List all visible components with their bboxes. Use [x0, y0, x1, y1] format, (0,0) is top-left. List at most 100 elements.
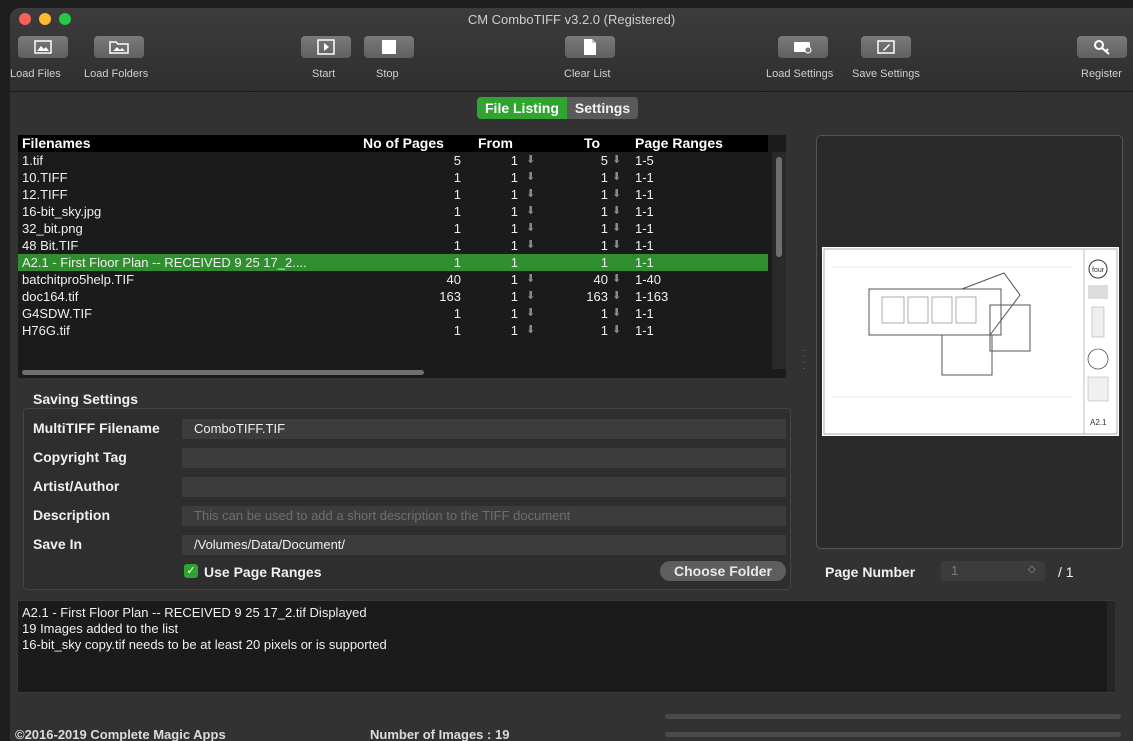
- table-header: Filenames No of Pages From To Page Range…: [18, 135, 768, 152]
- copyright-tag-field[interactable]: [182, 448, 786, 468]
- artist-author-field[interactable]: [182, 477, 786, 497]
- cell-from: 1: [510, 238, 518, 253]
- cell-pages: 1: [453, 306, 461, 321]
- table-row[interactable]: 1.tif 5 1 5 1-5 ⬇ ⬇: [18, 152, 768, 169]
- cell-pages: 40: [446, 272, 461, 287]
- start-button[interactable]: [301, 36, 351, 58]
- image-preview: four A2.1: [816, 135, 1123, 549]
- log-panel[interactable]: A2.1 - First Floor Plan -- RECEIVED 9 25…: [17, 600, 1115, 693]
- table-row[interactable]: A2.1 - First Floor Plan -- RECEIVED 9 25…: [18, 254, 768, 271]
- arrow-down-icon[interactable]: ⬇: [612, 271, 621, 288]
- arrow-down-icon[interactable]: ⬇: [526, 305, 535, 322]
- cell-to: 1: [600, 238, 608, 253]
- log-line: 16-bit_sky copy.tif needs to be at least…: [22, 637, 387, 652]
- page-number-label: Page Number: [825, 564, 916, 580]
- tab-file-listing[interactable]: File Listing: [477, 97, 567, 119]
- app-window: CM ComboTIFF v3.2.0 (Registered) Load Fi…: [10, 8, 1133, 741]
- col-filenames[interactable]: Filenames: [22, 135, 90, 151]
- cell-range: 1-1: [635, 170, 654, 185]
- cell-to: 40: [593, 272, 608, 287]
- tab-settings[interactable]: Settings: [566, 97, 639, 119]
- clear-list-button[interactable]: [565, 36, 615, 58]
- saving-settings-title: Saving Settings: [33, 391, 139, 407]
- col-page-ranges[interactable]: Page Ranges: [635, 135, 723, 151]
- table-row[interactable]: 48 Bit.TIF 1 1 1 1-1 ⬇ ⬇: [18, 237, 768, 254]
- horizontal-scroll-thumb[interactable]: [22, 370, 424, 375]
- col-from[interactable]: From: [478, 135, 513, 151]
- table-row[interactable]: 32_bit.png 1 1 1 1-1 ⬇ ⬇: [18, 220, 768, 237]
- cell-name: 10.TIFF: [22, 170, 68, 185]
- arrow-down-icon[interactable]: ⬇: [612, 186, 621, 203]
- titlebar: CM ComboTIFF v3.2.0 (Registered) Load Fi…: [10, 8, 1133, 92]
- multitiff-filename-field[interactable]: ComboTIFF.TIF: [182, 419, 786, 439]
- cell-to: 1: [600, 221, 608, 236]
- arrow-down-icon[interactable]: ⬇: [526, 237, 535, 254]
- load-folders-label: Load Folders: [84, 68, 149, 80]
- copyright-tag-label: Copyright Tag: [33, 449, 127, 465]
- load-files-button[interactable]: [18, 36, 68, 58]
- cell-to: 1: [600, 204, 608, 219]
- col-to[interactable]: To: [584, 135, 600, 151]
- arrow-down-icon[interactable]: ⬇: [612, 322, 621, 339]
- table-row[interactable]: 12.TIFF 1 1 1 1-1 ⬇ ⬇: [18, 186, 768, 203]
- table-row[interactable]: 16-bit_sky.jpg 1 1 1 1-1 ⬇ ⬇: [18, 203, 768, 220]
- arrow-down-icon[interactable]: ⬇: [612, 237, 621, 254]
- arrow-down-icon[interactable]: ⬇: [526, 203, 535, 220]
- arrow-down-icon[interactable]: ⬇: [612, 220, 621, 237]
- table-row[interactable]: doc164.tif 163 1 163 1-163 ⬇ ⬇: [18, 288, 768, 305]
- split-view-handle[interactable]: · · · ·: [802, 346, 806, 374]
- cell-from: 1: [510, 289, 518, 304]
- col-pages[interactable]: No of Pages: [363, 135, 444, 151]
- cell-to: 1: [600, 323, 608, 338]
- table-row[interactable]: 10.TIFF 1 1 1 1-1 ⬇ ⬇: [18, 169, 768, 186]
- cell-pages: 163: [439, 289, 461, 304]
- floor-plan-drawing: four A2.1: [823, 248, 1118, 435]
- load-settings-button[interactable]: [778, 36, 828, 58]
- table-row[interactable]: G4SDW.TIF 1 1 1 1-1 ⬇ ⬇: [18, 305, 768, 322]
- cell-pages: 1: [453, 323, 461, 338]
- floor-plan-thumbnail: four A2.1: [822, 247, 1119, 436]
- register-button[interactable]: [1077, 36, 1127, 58]
- cell-range: 1-1: [635, 238, 654, 253]
- cell-pages: 1: [453, 221, 461, 236]
- table-horizontal-scrollbar[interactable]: [18, 365, 768, 378]
- use-page-ranges-label[interactable]: Use Page Ranges: [204, 564, 322, 580]
- arrow-down-icon[interactable]: ⬇: [526, 322, 535, 339]
- arrow-down-icon[interactable]: ⬇: [612, 305, 621, 322]
- stepper-icon[interactable]: ◇: [1028, 564, 1036, 575]
- arrow-down-icon[interactable]: ⬇: [612, 152, 621, 169]
- save-settings-button[interactable]: [861, 36, 911, 58]
- file-table[interactable]: Filenames No of Pages From To Page Range…: [18, 135, 786, 378]
- arrow-down-icon[interactable]: ⬇: [526, 220, 535, 237]
- table-row[interactable]: H76G.tif 1 1 1 1-1 ⬇ ⬇: [18, 322, 768, 339]
- arrow-down-icon[interactable]: ⬇: [526, 186, 535, 203]
- page-total: / 1: [1058, 564, 1074, 580]
- cell-from: 1: [510, 204, 518, 219]
- arrow-down-icon[interactable]: ⬇: [526, 271, 535, 288]
- clear-list-label: Clear List: [564, 68, 611, 80]
- log-scrollbar[interactable]: [1107, 601, 1115, 692]
- arrow-down-icon[interactable]: ⬇: [526, 169, 535, 186]
- cell-name: G4SDW.TIF: [22, 306, 93, 321]
- arrow-down-icon[interactable]: ⬇: [612, 169, 621, 186]
- arrow-down-icon[interactable]: ⬇: [612, 203, 621, 220]
- save-settings-label: Save Settings: [852, 68, 920, 80]
- save-in-field[interactable]: /Volumes/Data/Document/: [182, 535, 786, 555]
- vertical-scroll-thumb[interactable]: [776, 157, 782, 257]
- stop-label: Stop: [376, 68, 399, 80]
- cell-range: 1-1: [635, 204, 654, 219]
- table-vertical-scrollbar[interactable]: [772, 152, 786, 369]
- svg-text:A2.1: A2.1: [1090, 418, 1107, 427]
- cell-to: 5: [600, 153, 608, 168]
- cell-range: 1-163: [635, 289, 669, 304]
- load-folders-button[interactable]: [94, 36, 144, 58]
- arrow-down-icon[interactable]: ⬇: [526, 288, 535, 305]
- use-page-ranges-checkbox[interactable]: ✓: [184, 564, 198, 578]
- arrow-down-icon[interactable]: ⬇: [526, 152, 535, 169]
- log-line: 19 Images added to the list: [22, 621, 179, 636]
- choose-folder-button[interactable]: Choose Folder: [660, 561, 786, 581]
- table-row[interactable]: batchitpro5help.TIF 40 1 40 1-40 ⬇ ⬇: [18, 271, 768, 288]
- stop-button[interactable]: [364, 36, 414, 58]
- description-field[interactable]: This can be used to add a short descript…: [182, 506, 786, 526]
- arrow-down-icon[interactable]: ⬇: [612, 288, 621, 305]
